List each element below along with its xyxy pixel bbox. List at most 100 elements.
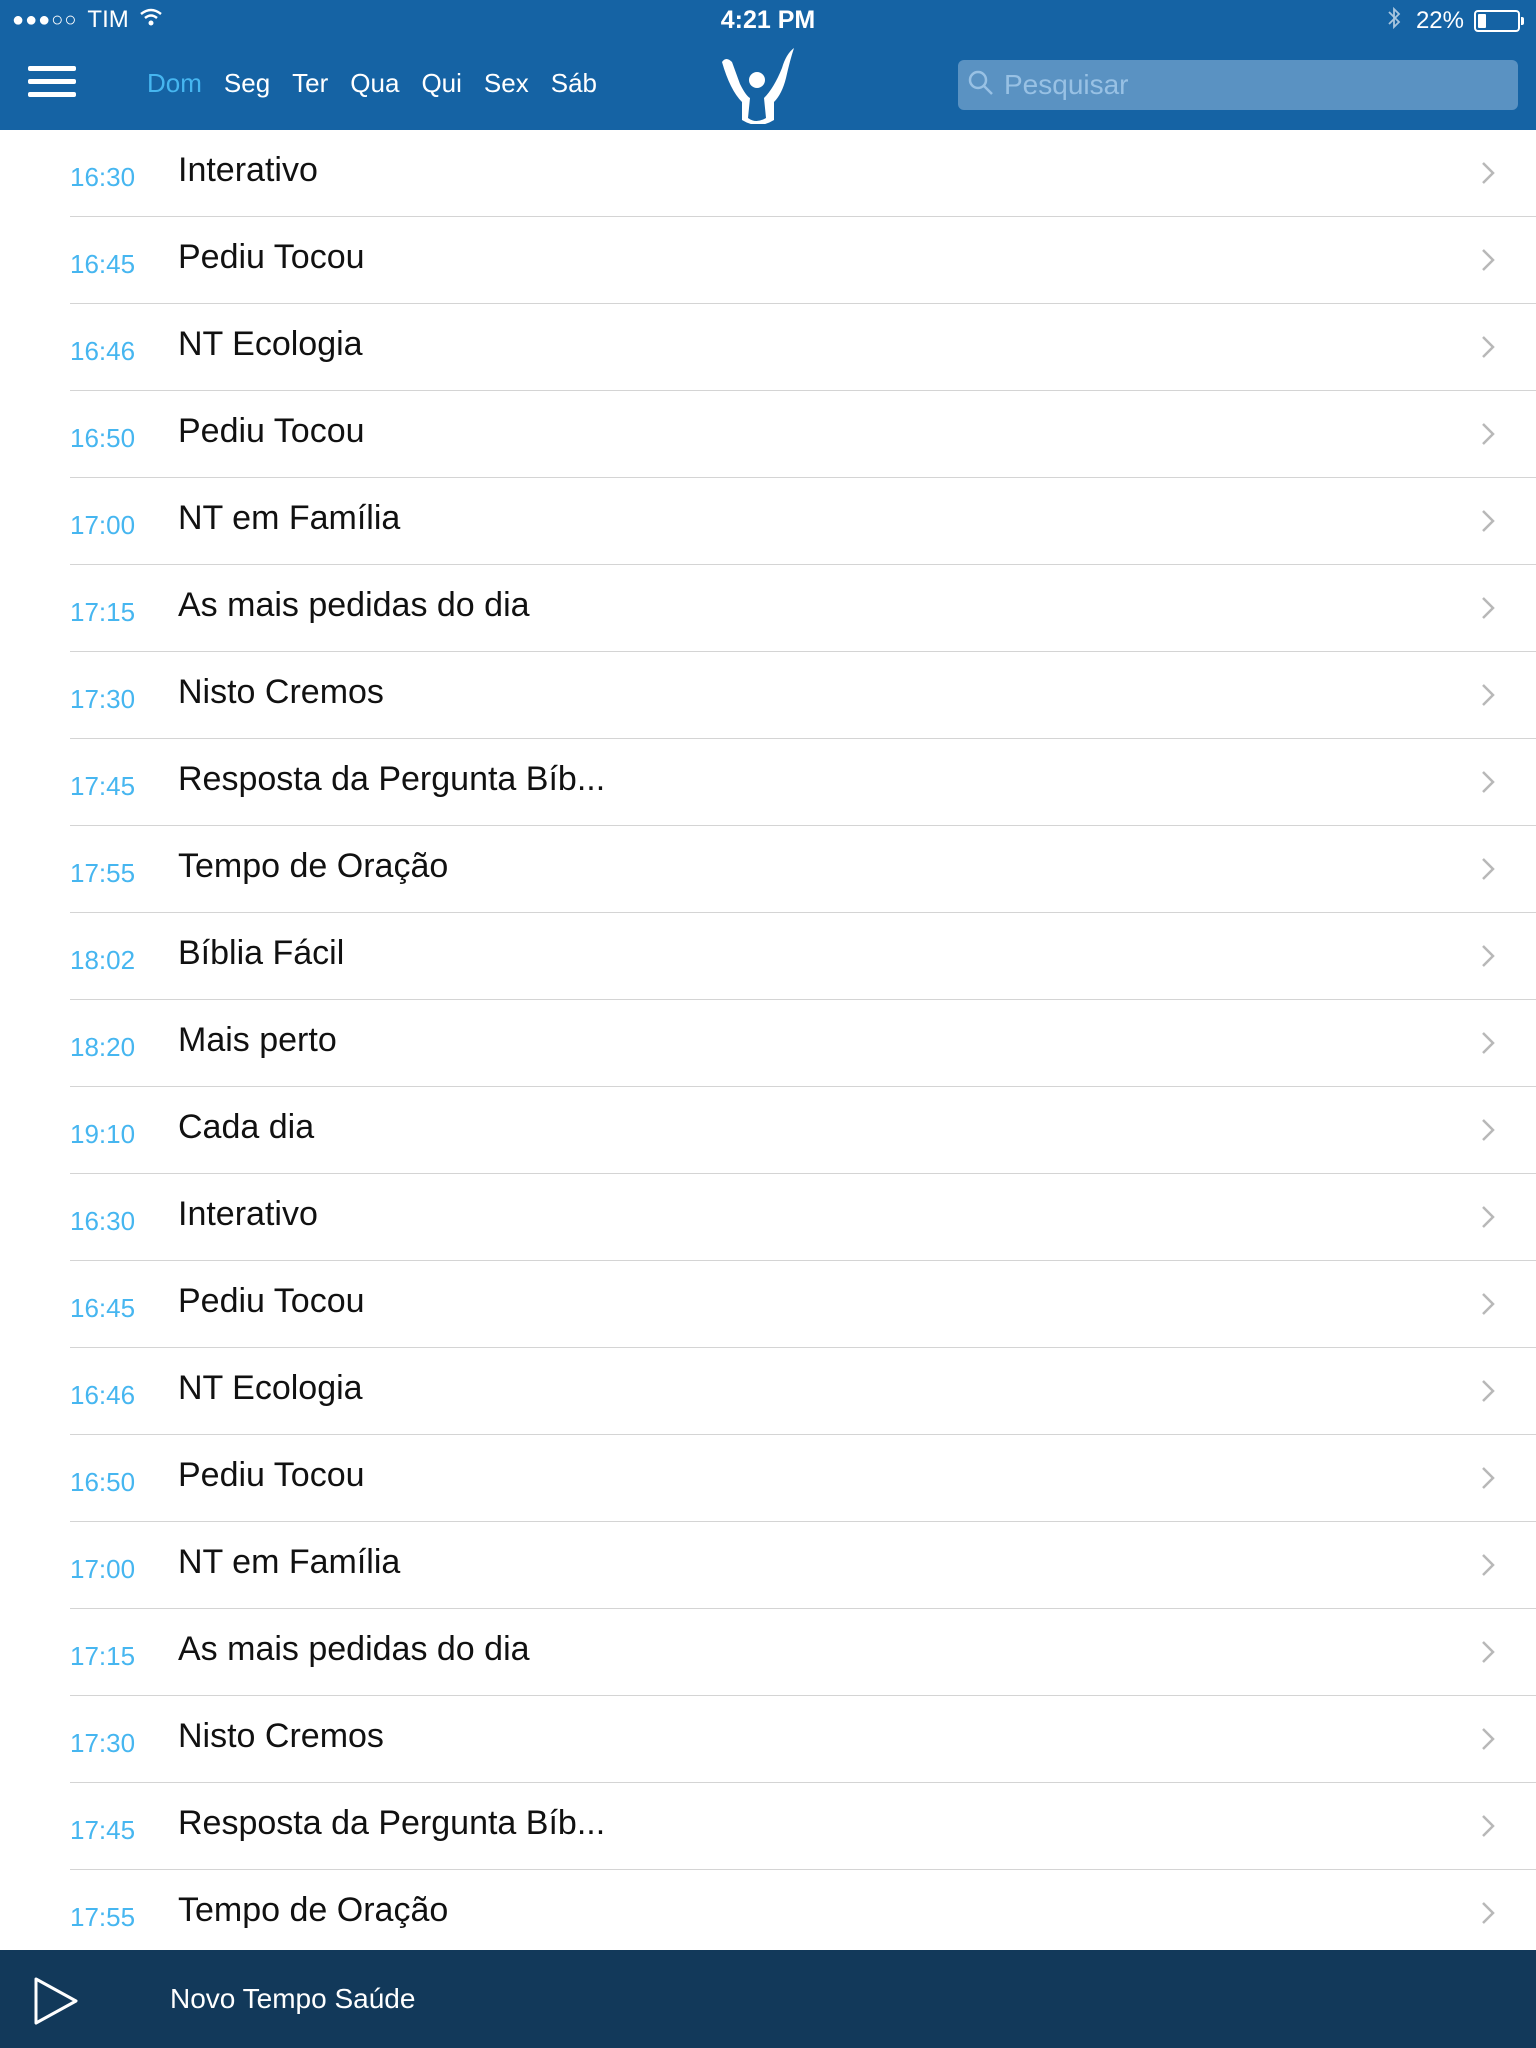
program-title: NT em Família — [178, 498, 401, 537]
chevron-right-icon — [1480, 595, 1496, 626]
now-playing-title: Novo Tempo Saúde — [170, 1983, 416, 2014]
bluetooth-icon — [1386, 6, 1402, 36]
tab-ter[interactable]: Ter — [292, 68, 328, 99]
schedule-row[interactable]: 17:15 As mais pedidas do dia — [70, 565, 1536, 652]
schedule-row[interactable]: 16:30 Interativo — [70, 1174, 1536, 1261]
chevron-right-icon — [1480, 1813, 1496, 1844]
program-title: NT Ecologia — [178, 1368, 363, 1407]
program-time: 16:46 — [70, 335, 136, 366]
schedule-row[interactable]: 16:45 Pediu Tocou — [70, 1261, 1536, 1348]
program-title: Tempo de Oração — [178, 1890, 449, 1929]
chevron-right-icon — [1480, 1291, 1496, 1322]
program-title: Resposta da Pergunta Bíb... — [178, 1803, 606, 1842]
chevron-right-icon — [1480, 1204, 1496, 1235]
chevron-right-icon — [1480, 421, 1496, 452]
tab-sáb[interactable]: Sáb — [551, 68, 597, 99]
program-time: 17:55 — [70, 857, 136, 888]
program-title: Pediu Tocou — [178, 237, 365, 276]
chevron-right-icon — [1480, 682, 1496, 713]
program-time: 16:45 — [70, 248, 136, 279]
tab-qua[interactable]: Qua — [350, 68, 399, 99]
program-title: NT Ecologia — [178, 324, 363, 363]
schedule-row[interactable]: 17:00 NT em Família — [70, 478, 1536, 565]
program-time: 16:45 — [70, 1292, 136, 1323]
schedule-row[interactable]: 16:46 NT Ecologia — [70, 1348, 1536, 1435]
tab-qui[interactable]: Qui — [421, 68, 461, 99]
program-title: Cada dia — [178, 1107, 315, 1146]
program-time: 19:10 — [70, 1118, 136, 1149]
program-title: Tempo de Oração — [178, 846, 449, 885]
program-time: 17:15 — [70, 1640, 136, 1671]
program-time: 18:20 — [70, 1031, 136, 1062]
chevron-right-icon — [1480, 1552, 1496, 1583]
program-title: As mais pedidas do dia — [178, 585, 530, 624]
program-time: 16:50 — [70, 422, 136, 453]
chevron-right-icon — [1480, 160, 1496, 191]
chevron-right-icon — [1480, 508, 1496, 539]
schedule-row[interactable]: 17:30 Nisto Cremos — [70, 652, 1536, 739]
chevron-right-icon — [1480, 334, 1496, 365]
schedule-row[interactable]: 19:10 Cada dia — [70, 1087, 1536, 1174]
schedule-row[interactable]: 16:30 Interativo — [70, 130, 1536, 217]
program-title: Resposta da Pergunta Bíb... — [178, 759, 606, 798]
search-bar[interactable] — [958, 60, 1518, 110]
schedule-row[interactable]: 17:15 As mais pedidas do dia — [70, 1609, 1536, 1696]
chevron-right-icon — [1480, 1378, 1496, 1409]
status-bar: ●●●○○ TIM 4:21 PM 22% — [0, 0, 1536, 40]
schedule-row[interactable]: 18:20 Mais perto — [70, 1000, 1536, 1087]
schedule-row[interactable]: 17:55 Tempo de Oração — [70, 826, 1536, 913]
player-bar: Novo Tempo Saúde — [0, 1950, 1536, 2048]
program-title: NT em Família — [178, 1542, 401, 1581]
program-time: 18:02 — [70, 944, 136, 975]
schedule-row[interactable]: 17:45 Resposta da Pergunta Bíb... — [70, 739, 1536, 826]
schedule-row[interactable]: 16:46 NT Ecologia — [70, 304, 1536, 391]
program-title: Nisto Cremos — [178, 1716, 384, 1755]
schedule-row[interactable]: 17:45 Resposta da Pergunta Bíb... — [70, 1783, 1536, 1870]
status-time: 4:21 PM — [720, 6, 816, 34]
program-title: Pediu Tocou — [178, 1281, 365, 1320]
chevron-right-icon — [1480, 1726, 1496, 1757]
search-input[interactable] — [1002, 68, 1486, 102]
tab-seg[interactable]: Seg — [224, 68, 270, 99]
schedule-row[interactable]: 17:30 Nisto Cremos — [70, 1696, 1536, 1783]
program-title: Pediu Tocou — [178, 411, 365, 450]
app-header: ●●●○○ TIM 4:21 PM 22% Dom Seg Ter Qua Qu… — [0, 0, 1536, 130]
chevron-right-icon — [1480, 247, 1496, 278]
program-time: 16:30 — [70, 161, 136, 192]
tab-dom[interactable]: Dom — [147, 68, 202, 99]
program-time: 17:00 — [70, 509, 136, 540]
tab-sex[interactable]: Sex — [484, 68, 529, 99]
chevron-right-icon — [1480, 1639, 1496, 1670]
chevron-right-icon — [1480, 1900, 1496, 1931]
program-title: As mais pedidas do dia — [178, 1629, 530, 1668]
menu-icon[interactable] — [28, 66, 76, 102]
schedule-row[interactable]: 16:45 Pediu Tocou — [70, 217, 1536, 304]
program-time: 16:30 — [70, 1205, 136, 1236]
program-time: 16:50 — [70, 1466, 136, 1497]
program-time: 17:30 — [70, 1727, 136, 1758]
chevron-right-icon — [1480, 856, 1496, 887]
program-time: 17:45 — [70, 1814, 136, 1845]
chevron-right-icon — [1480, 1030, 1496, 1061]
program-title: Mais perto — [178, 1020, 337, 1059]
schedule-row[interactable]: 16:50 Pediu Tocou — [70, 1435, 1536, 1522]
search-icon — [968, 70, 994, 101]
logo-icon — [716, 44, 800, 125]
program-time: 17:45 — [70, 770, 136, 801]
chevron-right-icon — [1480, 1117, 1496, 1148]
program-time: 16:46 — [70, 1379, 136, 1410]
schedule-row[interactable]: 17:55 Tempo de Oração — [70, 1870, 1536, 1950]
schedule-row[interactable]: 17:00 NT em Família — [70, 1522, 1536, 1609]
chevron-right-icon — [1480, 769, 1496, 800]
chevron-right-icon — [1480, 943, 1496, 974]
schedule-row[interactable]: 16:50 Pediu Tocou — [70, 391, 1536, 478]
schedule-row[interactable]: 18:02 Bíblia Fácil — [70, 913, 1536, 1000]
day-tabs: Dom Seg Ter Qua Qui Sex Sáb — [147, 68, 619, 99]
program-title: Interativo — [178, 1194, 318, 1233]
battery-percent: 22% — [1415, 7, 1464, 34]
program-title: Interativo — [178, 150, 318, 189]
program-title: Nisto Cremos — [178, 672, 384, 711]
program-time: 17:00 — [70, 1553, 136, 1584]
play-icon[interactable] — [32, 1975, 80, 2032]
program-title: Pediu Tocou — [178, 1455, 365, 1494]
